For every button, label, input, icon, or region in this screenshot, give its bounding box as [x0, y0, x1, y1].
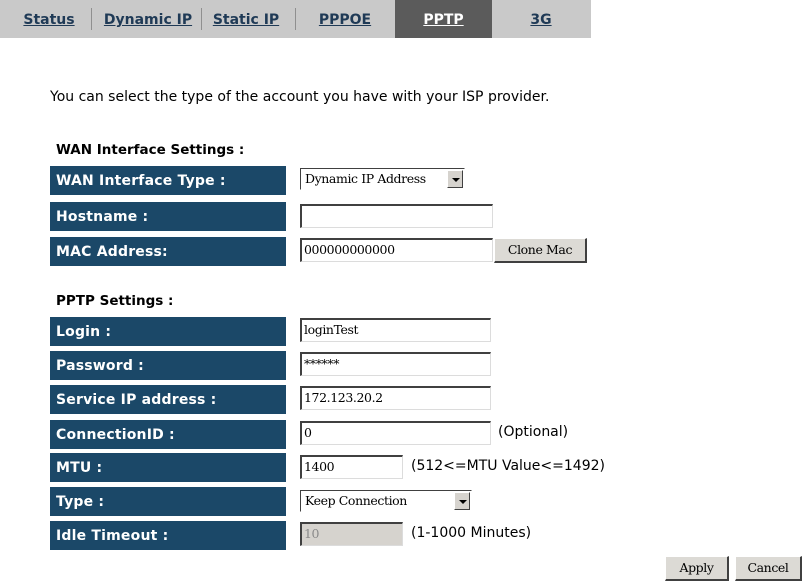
tab-static-ip[interactable]: Static IP	[204, 0, 288, 38]
intro-text: You can select the type of the account y…	[50, 89, 550, 105]
tab-pppoe[interactable]: PPPOE	[305, 0, 385, 38]
mtu-label: MTU :	[50, 453, 286, 482]
idle-timeout-input[interactable]: 10	[300, 522, 403, 546]
wan-interface-type-label: WAN Interface Type :	[50, 166, 286, 195]
connection-id-label: ConnectionID :	[50, 420, 286, 449]
wan-interface-type-value: Dynamic IP Address	[305, 171, 426, 186]
mtu-hint: (512<=MTU Value<=1492)	[411, 458, 605, 474]
mac-address-input[interactable]: 000000000000	[300, 238, 493, 262]
idle-timeout-hint: (1-1000 Minutes)	[411, 525, 532, 541]
password-label: Password :	[50, 351, 286, 380]
chevron-down-icon[interactable]	[447, 170, 463, 188]
mtu-input[interactable]: 1400	[300, 455, 403, 479]
type-label: Type :	[50, 487, 286, 516]
tab-dynamic-ip[interactable]: Dynamic IP	[96, 0, 200, 38]
tab-divider	[295, 8, 296, 30]
cancel-button[interactable]: Cancel	[735, 556, 802, 581]
tab-pptp[interactable]: PPTP	[395, 0, 492, 38]
login-input[interactable]: loginTest	[300, 318, 491, 342]
tab-bar: Status Dynamic IP Static IP PPPOE PPTP 3…	[0, 0, 591, 38]
connection-id-hint: (Optional)	[498, 424, 569, 440]
idle-timeout-label: Idle Timeout :	[50, 521, 286, 550]
service-ip-label: Service IP address :	[50, 385, 286, 414]
connection-type-select[interactable]: Keep Connection	[300, 490, 472, 512]
tab-status[interactable]: Status	[12, 0, 86, 38]
hostname-input[interactable]	[300, 204, 493, 228]
connection-id-input[interactable]: 0	[300, 421, 491, 445]
wan-section-title: WAN Interface Settings :	[56, 142, 245, 158]
clone-mac-button[interactable]: Clone Mac	[494, 238, 587, 263]
service-ip-input[interactable]: 172.123.20.2	[300, 386, 491, 410]
connection-type-value: Keep Connection	[305, 493, 407, 508]
apply-button[interactable]: Apply	[665, 556, 729, 581]
pptp-section-title: PPTP Settings :	[56, 293, 174, 309]
password-input[interactable]: ******	[300, 352, 491, 376]
login-label: Login :	[50, 317, 286, 346]
wan-interface-type-select[interactable]: Dynamic IP Address	[300, 168, 465, 190]
chevron-down-icon[interactable]	[454, 492, 470, 510]
tab-divider	[91, 8, 92, 30]
tab-divider	[201, 8, 202, 30]
hostname-label: Hostname :	[50, 202, 286, 231]
tab-3g[interactable]: 3G	[495, 0, 587, 38]
mac-address-label: MAC Address:	[50, 237, 286, 266]
